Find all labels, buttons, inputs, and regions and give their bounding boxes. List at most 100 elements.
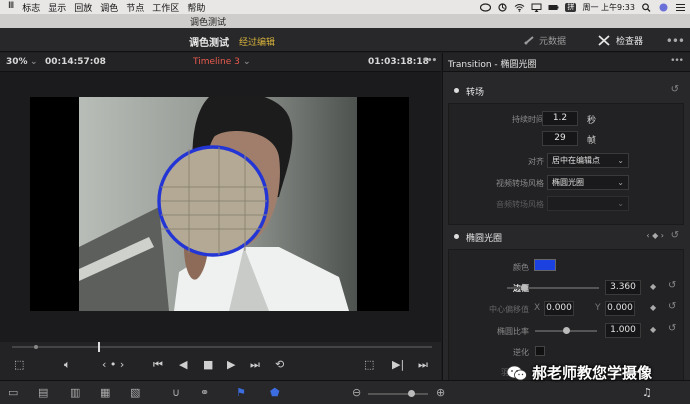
- in-point-marker[interactable]: [34, 345, 38, 349]
- ratio-value-field[interactable]: 1.000: [605, 323, 641, 338]
- menu-item-playback[interactable]: 回放: [74, 1, 92, 14]
- iris-panel: 颜色 边框 3.360 ◆ ↺ 中心偏移值 X 0.000 Y 0.000 ◆ …: [448, 249, 684, 380]
- status-tray: 拼 周一 上午9:33: [480, 0, 686, 14]
- input-method-icon[interactable]: 拼: [565, 2, 577, 12]
- timeline-dropdown-icon[interactable]: ⌄: [243, 57, 251, 67]
- viewer-mode-icon[interactable]: ⬚: [14, 358, 24, 371]
- keyframe-nav-icon[interactable]: ‹ ◆ ›: [646, 231, 664, 240]
- alignment-label: 对齐: [528, 157, 544, 166]
- clock[interactable]: 周一 上午9:33: [582, 2, 635, 13]
- clip-nav-icon[interactable]: ‹ • ›: [102, 358, 124, 371]
- insert-clip-icon[interactable]: ▤: [38, 386, 48, 399]
- ratio-slider-knob[interactable]: [563, 327, 570, 334]
- transport-bar: ⬚ 🔈︎ ‹ • › ⏮︎ ◀︎ ■ ▶︎ ⏭︎ ⟲ ⬚ ▶︎| ⏭︎: [0, 342, 441, 380]
- iris-section-header[interactable]: 椭圆光圈 ‹ ◆ › ↺: [443, 227, 690, 247]
- zoom-out-icon[interactable]: ⊖: [352, 386, 361, 399]
- sync-icon[interactable]: [497, 2, 508, 12]
- center-x-field[interactable]: 0.000: [544, 301, 574, 316]
- reverse-label: 逆化: [513, 348, 529, 357]
- stop-icon[interactable]: ■: [203, 358, 213, 371]
- color-swatch[interactable]: [534, 259, 556, 271]
- zoom-dropdown-icon[interactable]: ⌄: [30, 57, 38, 67]
- playhead[interactable]: [98, 342, 100, 352]
- center-y-field[interactable]: 0.000: [605, 301, 635, 316]
- audio-style-label: 音频转场风格: [496, 200, 544, 209]
- place-on-top-icon[interactable]: ▧: [130, 386, 140, 399]
- loop-icon[interactable]: ⟲: [275, 358, 284, 371]
- overwrite-clip-icon[interactable]: ▥: [70, 386, 80, 399]
- keyframe-icon[interactable]: ◆: [650, 325, 656, 334]
- audio-volume-icon[interactable]: 🔈︎: [64, 358, 71, 372]
- next-frame-icon[interactable]: ▶︎|: [392, 358, 404, 371]
- ratio-slider[interactable]: [535, 327, 597, 334]
- wifi-icon[interactable]: [514, 3, 525, 12]
- source-timecode: 00:14:57:08: [45, 57, 106, 67]
- section-bullet-icon: [454, 234, 459, 239]
- marker-icon[interactable]: ⬟: [270, 386, 280, 399]
- border-value-field[interactable]: 3.360: [605, 280, 641, 295]
- timeline-selector[interactable]: Timeline 3: [193, 57, 240, 67]
- spotlight-search-icon[interactable]: [641, 2, 652, 12]
- reset-icon[interactable]: ↺: [671, 230, 679, 241]
- siri-icon[interactable]: [658, 3, 669, 12]
- grab-still-icon[interactable]: ⬚: [364, 358, 374, 371]
- menu-bar: Ⅲ 标志 显示 回放 调色 节点 工作区 帮助 拼 周一 上午9:33: [0, 0, 690, 14]
- iris-section-title: 椭圆光圈: [466, 234, 503, 244]
- inspector-button[interactable]: 检查器: [598, 34, 643, 47]
- chevron-down-icon: ⌄: [617, 199, 624, 208]
- duration-seconds-field[interactable]: 1.2: [542, 111, 578, 126]
- reset-icon[interactable]: ↺: [668, 280, 676, 291]
- header-more-button[interactable]: •••: [666, 34, 685, 48]
- wechat-logo-icon: [506, 365, 527, 380]
- alignment-value: 居中在编辑点: [552, 156, 600, 165]
- menu-item-help[interactable]: 帮助: [187, 1, 205, 14]
- last-frame-icon[interactable]: ⏭︎: [418, 358, 428, 372]
- linked-selection-icon[interactable]: ⚭: [200, 386, 209, 399]
- duration-frames-field[interactable]: 29: [542, 131, 578, 146]
- play-icon[interactable]: ▶︎: [227, 358, 235, 371]
- notification-center-icon[interactable]: [675, 3, 686, 12]
- creative-cloud-icon[interactable]: [480, 2, 492, 12]
- reset-icon[interactable]: ↺: [671, 84, 679, 95]
- inspector-more-button[interactable]: •••: [670, 56, 684, 66]
- x-label: X: [534, 303, 541, 313]
- transition-section-header[interactable]: 转场 ↺: [443, 81, 690, 101]
- reset-icon[interactable]: ↺: [668, 301, 676, 312]
- edited-status: 经过编辑: [239, 38, 276, 48]
- menu-item-mark[interactable]: 标志: [22, 1, 40, 14]
- snapping-icon[interactable]: ∪: [172, 386, 180, 399]
- go-to-end-icon[interactable]: ⏭︎: [250, 358, 260, 372]
- center-offset-label: 中心偏移值: [489, 305, 529, 314]
- chevron-down-icon: ⌄: [617, 156, 624, 165]
- menu-item-app[interactable]: Ⅲ: [8, 1, 14, 14]
- menu-item-nodes[interactable]: 节点: [126, 1, 144, 14]
- timeline-zoom-knob[interactable]: [408, 390, 415, 397]
- audio-mixer-icon[interactable]: ♫: [642, 386, 652, 399]
- edit-mode-icon[interactable]: ▭: [8, 386, 18, 399]
- audio-style-dropdown[interactable]: ⌄: [547, 196, 629, 211]
- video-style-dropdown[interactable]: 椭圆光圈 ⌄: [547, 175, 629, 190]
- play-reverse-icon[interactable]: ◀︎: [179, 358, 187, 371]
- reverse-checkbox[interactable]: [535, 346, 545, 356]
- metadata-button[interactable]: 元数据: [524, 34, 566, 47]
- menu-item-view[interactable]: 显示: [48, 1, 66, 14]
- reset-icon[interactable]: ↺: [668, 323, 676, 334]
- zoom-level[interactable]: 30%: [6, 57, 28, 67]
- menu-item-workspace[interactable]: 工作区: [152, 1, 179, 14]
- viewer: [0, 72, 441, 342]
- timeline-zoom-slider[interactable]: [368, 390, 428, 397]
- alignment-dropdown[interactable]: 居中在编辑点 ⌄: [547, 153, 629, 168]
- airplay-icon[interactable]: [531, 3, 542, 12]
- flag-icon[interactable]: ⚑: [236, 386, 246, 399]
- viewer-more-button[interactable]: •••: [422, 56, 437, 66]
- zoom-in-icon[interactable]: ⊕: [436, 386, 445, 399]
- border-slider[interactable]: [507, 284, 599, 291]
- border-slider-knob[interactable]: [520, 284, 528, 291]
- battery-icon[interactable]: [548, 3, 559, 12]
- keyframe-icon[interactable]: ◆: [650, 282, 656, 291]
- scrub-bar[interactable]: [12, 342, 432, 352]
- menu-item-color[interactable]: 调色: [100, 1, 118, 14]
- keyframe-icon[interactable]: ◆: [650, 303, 656, 312]
- replace-clip-icon[interactable]: ▦: [100, 386, 110, 399]
- go-to-start-icon[interactable]: ⏮︎: [153, 358, 163, 372]
